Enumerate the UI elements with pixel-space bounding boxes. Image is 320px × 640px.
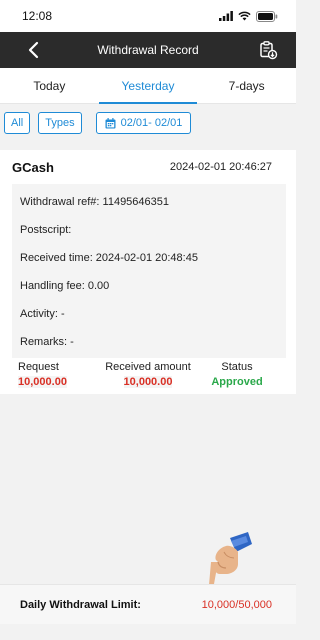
status-bar: 12:08 <box>0 0 296 32</box>
record-details: Withdrawal ref#: 11495646351 Postscript:… <box>12 184 286 358</box>
filter-bar: All Types 02/01- 02/01 <box>0 104 296 142</box>
daily-limit-label: Daily Withdrawal Limit: <box>20 598 141 611</box>
record-channel: GCash <box>12 159 54 175</box>
received-time: Received time: 2024-02-01 20:48:45 <box>20 252 198 264</box>
withdrawal-record-card[interactable]: GCash 2024-02-01 20:46:27 Withdrawal ref… <box>0 150 296 394</box>
request-header: Request <box>18 361 59 373</box>
remarks: Remarks: - <box>20 336 74 348</box>
app-header: Withdrawal Record <box>0 32 296 68</box>
summary-values: 10,000.00 10,000.00 Approved <box>10 374 286 390</box>
date-tabs: Today Yesterday 7-days <box>0 68 296 104</box>
clipboard-download-icon[interactable] <box>258 40 278 60</box>
withdrawal-ref: Withdrawal ref#: 11495646351 <box>20 196 170 208</box>
tab-today[interactable]: Today <box>0 68 99 103</box>
types-filter-button[interactable]: Types <box>38 112 82 134</box>
status-icons <box>219 10 278 22</box>
date-range-label: 02/01- 02/01 <box>120 117 183 129</box>
back-arrow-icon[interactable] <box>26 40 42 60</box>
record-datetime: 2024-02-01 20:46:27 <box>169 161 272 173</box>
battery-icon <box>256 10 278 22</box>
status-badge: Approved <box>211 376 263 388</box>
all-filter-button[interactable]: All <box>4 112 31 134</box>
pointing-hand-icon <box>209 532 252 588</box>
page-title: Withdrawal Record <box>97 43 199 57</box>
daily-limit-footer: Daily Withdrawal Limit: 10,000/50,000 <box>0 584 296 624</box>
activity: Activity: - <box>20 308 65 320</box>
received-amount: 10,000.00 <box>123 376 173 388</box>
daily-limit-value: 10,000/50,000 <box>201 598 272 611</box>
wifi-icon <box>238 11 251 21</box>
status-time: 12:08 <box>22 9 53 23</box>
request-amount: 10,000.00 <box>18 376 67 388</box>
status-header: Status <box>221 361 253 373</box>
handling-fee: Handling fee: 0.00 <box>20 280 110 292</box>
date-range-button[interactable]: 02/01- 02/01 <box>95 112 192 134</box>
received-amount-header: Received amount <box>105 361 191 373</box>
summary-headers: Request Received amount Status <box>10 360 286 374</box>
tab-7-days[interactable]: 7-days <box>197 68 296 103</box>
calendar-icon <box>105 117 116 128</box>
signal-icon <box>219 11 233 21</box>
postscript: Postscript: <box>20 224 72 236</box>
tab-yesterday[interactable]: Yesterday <box>98 68 198 104</box>
record-header: GCash 2024-02-01 20:46:27 <box>10 150 286 184</box>
